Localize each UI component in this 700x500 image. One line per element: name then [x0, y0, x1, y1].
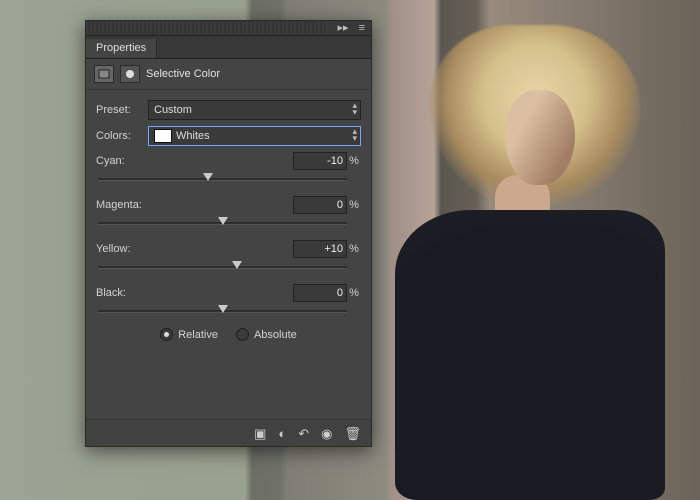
- slider-label: Magenta:: [96, 199, 293, 211]
- panel-menu-icon[interactable]: ≡: [359, 23, 365, 34]
- colors-value: Whites: [176, 130, 210, 142]
- colors-swatch: [154, 129, 172, 143]
- panel-titlebar[interactable]: ▸▸ ≡: [86, 21, 371, 36]
- radio-label: Absolute: [254, 329, 297, 341]
- dropdown-arrows-icon: ▴▾: [352, 128, 357, 142]
- trash-icon[interactable]: 🗑: [344, 427, 361, 440]
- tab-properties[interactable]: Properties: [86, 39, 157, 58]
- previous-state-icon[interactable]: ◐: [278, 427, 286, 440]
- colors-label: Colors:: [96, 130, 142, 142]
- slider-value-input[interactable]: [293, 284, 347, 302]
- slider-magenta: Magenta:%: [96, 196, 361, 230]
- slider-track[interactable]: [98, 216, 347, 230]
- slider-black: Black:%: [96, 284, 361, 318]
- slider-thumb[interactable]: [218, 305, 228, 313]
- method-radios: Relative Absolute: [96, 328, 361, 341]
- radio-dot-icon: [160, 328, 173, 341]
- slider-thumb[interactable]: [218, 217, 228, 225]
- colors-select[interactable]: Whites ▴▾: [148, 126, 361, 146]
- clip-to-layer-icon[interactable]: ▣: [254, 427, 266, 440]
- adjustment-thumb-icon[interactable]: [94, 65, 114, 83]
- photo-background: ▸▸ ≡ Properties Selective Color Preset: …: [0, 0, 700, 500]
- slider-value-input[interactable]: [293, 196, 347, 214]
- bg-shape: [505, 90, 575, 185]
- radio-label: Relative: [178, 329, 218, 341]
- method-relative[interactable]: Relative: [160, 328, 218, 341]
- slider-value-input[interactable]: [293, 152, 347, 170]
- slider-thumb[interactable]: [203, 173, 213, 181]
- slider-track[interactable]: [98, 172, 347, 186]
- properties-panel: ▸▸ ≡ Properties Selective Color Preset: …: [85, 20, 372, 447]
- percent-label: %: [347, 287, 361, 299]
- percent-label: %: [347, 155, 361, 167]
- panel-body: Preset: Custom ▴▾ Colors: Whites ▴▾ Cyan…: [86, 90, 371, 349]
- slider-cyan: Cyan:%: [96, 152, 361, 186]
- percent-label: %: [347, 199, 361, 211]
- visibility-icon[interactable]: ◉: [321, 427, 332, 440]
- slider-label: Yellow:: [96, 243, 293, 255]
- radio-dot-icon: [236, 328, 249, 341]
- bg-shape: [395, 210, 665, 500]
- tab-bar: Properties: [86, 36, 371, 59]
- slider-track[interactable]: [98, 260, 347, 274]
- preset-select[interactable]: Custom ▴▾: [148, 100, 361, 120]
- preset-value: Custom: [154, 104, 192, 116]
- dropdown-arrows-icon: ▴▾: [352, 102, 357, 116]
- panel-footer: ▣ ◐ ↶ ◉ 🗑: [86, 419, 371, 446]
- slider-track[interactable]: [98, 304, 347, 318]
- drag-handle[interactable]: [86, 21, 328, 35]
- slider-label: Cyan:: [96, 155, 293, 167]
- mask-thumb-icon[interactable]: [120, 65, 140, 83]
- slider-yellow: Yellow:%: [96, 240, 361, 274]
- collapse-icon[interactable]: ▸▸: [338, 23, 349, 34]
- slider-label: Black:: [96, 287, 293, 299]
- slider-value-input[interactable]: [293, 240, 347, 258]
- preset-label: Preset:: [96, 104, 142, 116]
- reset-icon[interactable]: ↶: [298, 427, 309, 440]
- adjustment-header: Selective Color: [86, 59, 371, 90]
- slider-thumb[interactable]: [232, 261, 242, 269]
- percent-label: %: [347, 243, 361, 255]
- adjustment-title: Selective Color: [146, 68, 220, 80]
- method-absolute[interactable]: Absolute: [236, 328, 297, 341]
